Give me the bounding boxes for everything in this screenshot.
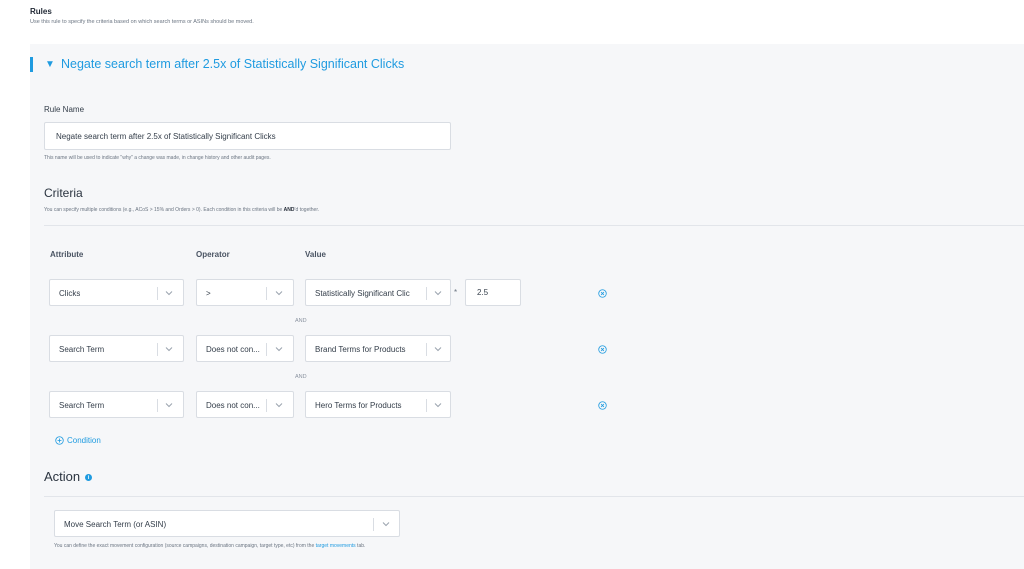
attribute-select-value: Clicks <box>59 289 81 298</box>
and-joiner: AND <box>295 374 307 380</box>
caret-down-icon: ▼ <box>45 59 55 70</box>
add-circle-icon <box>55 436 64 445</box>
operator-select-value: > <box>206 289 211 298</box>
chevron-down-icon <box>275 291 283 296</box>
add-condition-label: Condition <box>67 436 101 445</box>
select-separator <box>157 287 158 300</box>
attribute-select[interactable]: Search Term <box>49 391 184 418</box>
select-separator <box>266 343 267 356</box>
action-hint: You can define the exact movement config… <box>54 543 366 549</box>
chevron-down-icon <box>165 403 173 408</box>
action-divider <box>44 496 1024 497</box>
attribute-select-value: Search Term <box>59 345 105 354</box>
chevron-down-icon <box>275 347 283 352</box>
info-icon[interactable]: i <box>85 474 93 482</box>
chevron-down-icon <box>434 403 442 408</box>
select-separator <box>373 518 374 531</box>
criteria-title: Criteria <box>44 186 83 200</box>
operator-select[interactable]: Does not con... <box>196 391 294 418</box>
attribute-select[interactable]: Search Term <box>49 335 184 362</box>
chevron-down-icon <box>165 291 173 296</box>
rule-panel: ▼ Negate search term after 2.5x of Stati… <box>30 44 1024 569</box>
operator-select[interactable]: Does not con... <box>196 335 294 362</box>
multiplier-sign: * <box>454 288 458 297</box>
action-select[interactable]: Move Search Term (or ASIN) <box>54 510 400 537</box>
chevron-down-icon <box>434 347 442 352</box>
rules-title: Rules <box>30 7 52 16</box>
rule-collapse-toggle[interactable]: ▼ Negate search term after 2.5x of Stati… <box>30 56 630 74</box>
select-separator <box>426 399 427 412</box>
remove-circle-icon[interactable] <box>598 401 607 410</box>
select-separator <box>426 343 427 356</box>
operator-select[interactable]: > <box>196 279 294 306</box>
operator-select-value: Does not con... <box>206 401 260 410</box>
select-separator <box>266 399 267 412</box>
rules-header: Rules Use this rule to specify the crite… <box>30 7 254 25</box>
operator-select-value: Does not con... <box>206 345 260 354</box>
chevron-down-icon <box>275 403 283 408</box>
remove-circle-icon[interactable] <box>598 289 607 298</box>
target-movements-link[interactable]: target movements <box>316 543 356 549</box>
rule-accent-bar <box>30 57 33 72</box>
criteria-hint: You can specify multiple conditions (e.g… <box>44 207 320 213</box>
multiplier-input[interactable]: 2.5 <box>465 279 521 306</box>
add-condition-button[interactable]: Condition <box>55 436 101 445</box>
rule-name-label: Rule Name <box>44 105 85 114</box>
remove-circle-icon[interactable] <box>598 345 607 354</box>
chevron-down-icon <box>434 291 442 296</box>
value-select-value: Statistically Significant Clic <box>315 289 410 298</box>
rule-name-input[interactable]: Negate search term after 2.5x of Statist… <box>44 122 451 150</box>
rules-subtitle: Use this rule to specify the criteria ba… <box>30 19 254 25</box>
value-select[interactable]: Hero Terms for Products <box>305 391 451 418</box>
value-column-header: Value <box>305 250 326 259</box>
action-select-value: Move Search Term (or ASIN) <box>64 520 167 529</box>
value-select[interactable]: Statistically Significant Clic <box>305 279 451 306</box>
select-separator <box>157 343 158 356</box>
chevron-down-icon <box>382 522 390 527</box>
select-separator <box>426 287 427 300</box>
attribute-column-header: Attribute <box>50 250 84 259</box>
chevron-down-icon <box>165 347 173 352</box>
rule-name-hint: This name will be used to indicate "why"… <box>44 155 271 161</box>
value-select-value: Brand Terms for Products <box>315 345 406 354</box>
rule-heading: Negate search term after 2.5x of Statist… <box>61 57 405 71</box>
select-separator <box>157 399 158 412</box>
criteria-divider <box>44 225 1024 226</box>
attribute-select-value: Search Term <box>59 401 105 410</box>
operator-column-header: Operator <box>196 250 230 259</box>
value-select-value: Hero Terms for Products <box>315 401 402 410</box>
select-separator <box>266 287 267 300</box>
value-select[interactable]: Brand Terms for Products <box>305 335 451 362</box>
attribute-select[interactable]: Clicks <box>49 279 184 306</box>
action-title: Action i <box>44 469 93 484</box>
and-joiner: AND <box>295 318 307 324</box>
